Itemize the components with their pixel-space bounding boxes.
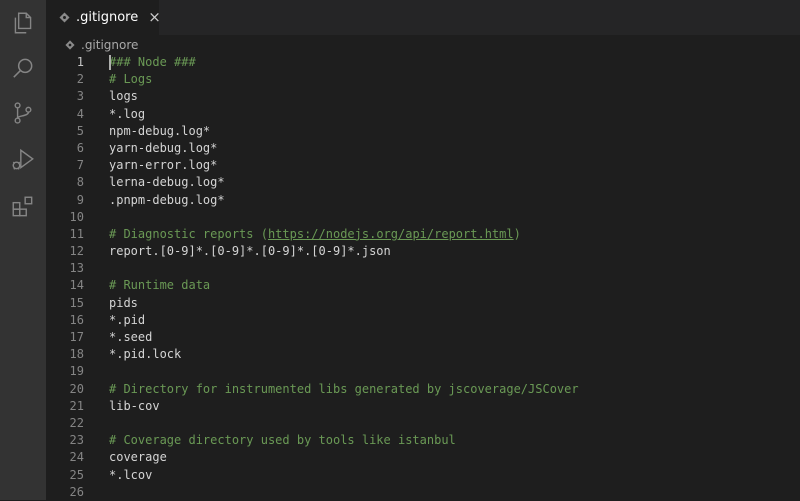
line-number: 25 xyxy=(69,467,84,482)
line-number: 23 xyxy=(69,433,84,448)
code-text: lib-cov xyxy=(109,398,160,413)
line-number: 12 xyxy=(69,244,84,259)
line-number: 24 xyxy=(69,450,84,465)
line-number: 17 xyxy=(69,330,84,344)
code-line[interactable]: 26 xyxy=(46,484,800,501)
code-line[interactable]: 19 xyxy=(46,363,800,380)
line-number: 1 xyxy=(76,55,84,69)
code-text: *.log xyxy=(109,106,146,121)
explorer-icon[interactable] xyxy=(9,9,37,37)
line-number: 5 xyxy=(76,123,84,138)
line-number: 16 xyxy=(69,312,84,327)
line-number: 26 xyxy=(69,484,84,499)
code-line[interactable]: 10 xyxy=(46,209,800,226)
line-number: 21 xyxy=(69,398,84,413)
url-link[interactable]: https://nodejs.org/api/report.html xyxy=(268,227,514,241)
source-control-icon[interactable] xyxy=(9,99,37,127)
code-text: *.pid xyxy=(109,312,146,327)
code-line[interactable]: 4 *.log xyxy=(46,106,800,123)
line-number: 9 xyxy=(76,192,84,207)
code-text: coverage xyxy=(109,450,167,465)
line-number: 22 xyxy=(69,415,84,430)
line-number: 7 xyxy=(76,158,84,173)
code-text: npm-debug.log* xyxy=(109,123,211,138)
code-line[interactable]: 21 lib-cov xyxy=(46,398,800,415)
line-number: 4 xyxy=(76,106,84,121)
code-line[interactable]: 3 logs xyxy=(46,88,800,105)
line-number: 13 xyxy=(69,261,84,276)
code-line[interactable]: 6 yarn-debug.log* xyxy=(46,140,800,157)
text-cursor xyxy=(109,55,111,70)
code-text: ### Node ### xyxy=(109,55,196,69)
code-text: lerna-debug.log* xyxy=(109,175,225,190)
code-line[interactable]: 18 *.pid.lock xyxy=(46,346,800,363)
tab-bar: .gitignore × xyxy=(46,0,800,35)
line-number: 14 xyxy=(69,278,84,293)
code-text: *.pid.lock xyxy=(109,347,182,362)
code-text: yarn-debug.log* xyxy=(109,140,218,155)
settings-file-icon xyxy=(65,39,76,50)
tab-gitignore[interactable]: .gitignore × xyxy=(46,0,161,35)
code-line[interactable]: 23 # Coverage directory used by tools lik… xyxy=(46,432,800,449)
line-number: 19 xyxy=(69,364,84,379)
code-text-suffix: ) xyxy=(513,226,521,241)
code-line[interactable]: 12 report.[0-9]*.[0-9]*.[0-9]*.[0-9]*.jso… xyxy=(46,243,800,260)
line-number: 8 xyxy=(76,175,84,190)
code-line[interactable]: 20 # Directory for instrumented libs gene… xyxy=(46,381,800,398)
line-number: 11 xyxy=(69,226,84,241)
code-text: report.[0-9]*.[0-9]*.[0-9]*.[0-9]*.json xyxy=(109,244,391,259)
code-line[interactable]: 24 coverage xyxy=(46,449,800,466)
activity-bar xyxy=(0,0,46,500)
code-line[interactable]: 1 ### Node ### xyxy=(46,54,800,71)
code-line[interactable]: 8 lerna-debug.log* xyxy=(46,174,800,191)
line-number: 3 xyxy=(76,89,84,104)
code-editor[interactable]: 1 ### Node ### 2 # Logs 3 logs 4 *.log 5 npm-debu… xyxy=(46,54,800,500)
code-text: *.seed xyxy=(109,330,153,344)
code-text: *.lcov xyxy=(109,467,153,482)
code-text: # Logs xyxy=(109,72,153,87)
run-debug-icon[interactable] xyxy=(9,146,37,174)
code-line[interactable]: 5 npm-debug.log* xyxy=(46,123,800,140)
code-line[interactable]: 14 # Runtime data xyxy=(46,277,800,294)
code-text: .pnpm-debug.log* xyxy=(109,192,225,207)
breadcrumb-file[interactable]: .gitignore xyxy=(81,38,138,52)
code-line[interactable]: 2 # Logs xyxy=(46,71,800,88)
tab-label: .gitignore xyxy=(76,10,139,25)
settings-file-icon xyxy=(59,12,70,24)
line-number: 6 xyxy=(76,140,84,155)
code-text: # Runtime data xyxy=(109,278,211,293)
code-text: pids xyxy=(109,295,138,310)
line-number: 10 xyxy=(69,209,84,224)
code-line[interactable]: 9 .pnpm-debug.log* xyxy=(46,192,800,209)
line-number: 20 xyxy=(69,381,84,396)
code-text: # Coverage directory used by tools like … xyxy=(109,433,456,448)
code-line[interactable]: 15 pids xyxy=(46,295,800,312)
code-line[interactable]: 11 # Diagnostic reports (https://nodejs.o… xyxy=(46,226,800,243)
line-number: 2 xyxy=(76,72,84,87)
code-text: # Diagnostic reports (https://nodejs.org… xyxy=(109,226,521,243)
close-icon[interactable]: × xyxy=(148,10,161,26)
code-line[interactable]: 25 *.lcov xyxy=(46,467,800,484)
extensions-icon[interactable] xyxy=(9,193,37,221)
code-line[interactable]: 17 *.seed xyxy=(46,329,800,346)
code-line[interactable]: 7 yarn-error.log* xyxy=(46,157,800,174)
code-line[interactable]: 13 xyxy=(46,260,800,277)
line-number: 15 xyxy=(69,295,84,310)
code-text: # Directory for instrumented libs genera… xyxy=(109,381,579,396)
line-number: 18 xyxy=(69,347,84,362)
search-icon[interactable] xyxy=(9,54,37,82)
breadcrumb: .gitignore xyxy=(46,35,800,54)
code-text: yarn-error.log* xyxy=(109,158,218,173)
code-line[interactable]: 16 *.pid xyxy=(46,312,800,329)
code-line[interactable]: 22 xyxy=(46,415,800,432)
code-text: logs xyxy=(109,89,138,104)
code-text-prefix: # Diagnostic reports ( xyxy=(109,226,268,241)
